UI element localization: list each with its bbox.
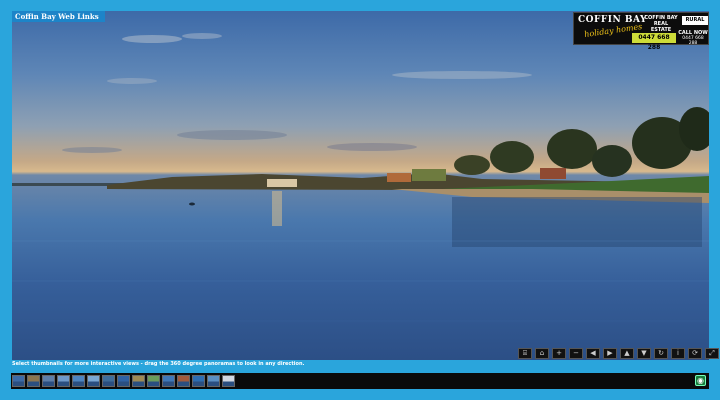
pan-right-icon[interactable]: ▶ <box>603 348 617 359</box>
ad-partner-logo: RURAL <box>682 16 708 25</box>
ad-real-estate: COFFIN BAY REAL ESTATE <box>644 15 678 33</box>
viewer-controls: ⌸ ⌂ + − ◀ ▶ ▲ ▼ ↻ i ⟳ ⤢ <box>518 348 719 360</box>
thumbnail-4[interactable] <box>57 375 70 387</box>
ad-call-now[interactable]: CALL NOW 0447 668 288 <box>678 31 708 47</box>
pan-left-icon[interactable]: ◀ <box>586 348 600 359</box>
thumbnail-1[interactable] <box>12 375 25 387</box>
zoom-in-icon[interactable]: + <box>552 348 566 359</box>
home-icon[interactable]: ⌂ <box>535 348 549 359</box>
panorama-viewer[interactable] <box>12 11 709 360</box>
panorama-image[interactable] <box>12 11 709 360</box>
ad-phone[interactable]: 0447 668 288 <box>632 33 676 51</box>
refresh-icon[interactable]: ⟳ <box>688 348 702 359</box>
info-icon[interactable]: i <box>671 348 685 359</box>
thumbnail-2[interactable] <box>27 375 40 387</box>
thumbnail-7[interactable] <box>102 375 115 387</box>
zoom-out-icon[interactable]: − <box>569 348 583 359</box>
thumbnail-6[interactable] <box>87 375 100 387</box>
ad-call-detail: 0447 668 288 <box>682 36 704 46</box>
thumbnail-12[interactable] <box>177 375 190 387</box>
thumbnail-5[interactable] <box>72 375 85 387</box>
thumbnail-10[interactable] <box>147 375 160 387</box>
pan-up-icon[interactable]: ▲ <box>620 348 634 359</box>
thumbnail-3[interactable] <box>42 375 55 387</box>
globe-icon[interactable]: ◉ <box>695 375 706 386</box>
auto-rotate-icon[interactable]: ↻ <box>654 348 668 359</box>
thumbnail-9[interactable] <box>132 375 145 387</box>
thumbnail-8[interactable] <box>117 375 130 387</box>
thumbnail-list <box>12 375 235 387</box>
thumbnail-11[interactable] <box>162 375 175 387</box>
page-title[interactable]: Coffin Bay Web Links <box>12 11 105 22</box>
thumbnail-14[interactable] <box>207 375 220 387</box>
advertisement-banner[interactable]: COFFIN BAY holiday homes COFFIN BAY REAL… <box>573 12 709 51</box>
instruction-caption: Select thumbnails for more interactive v… <box>12 361 305 367</box>
map-icon[interactable]: ⌸ <box>518 348 532 359</box>
thumbnail-15[interactable] <box>222 375 235 387</box>
pan-down-icon[interactable]: ▼ <box>637 348 651 359</box>
thumbnail-13[interactable] <box>192 375 205 387</box>
thumbnail-bar: ◉ <box>11 373 709 389</box>
fullscreen-icon[interactable]: ⤢ <box>705 348 719 359</box>
